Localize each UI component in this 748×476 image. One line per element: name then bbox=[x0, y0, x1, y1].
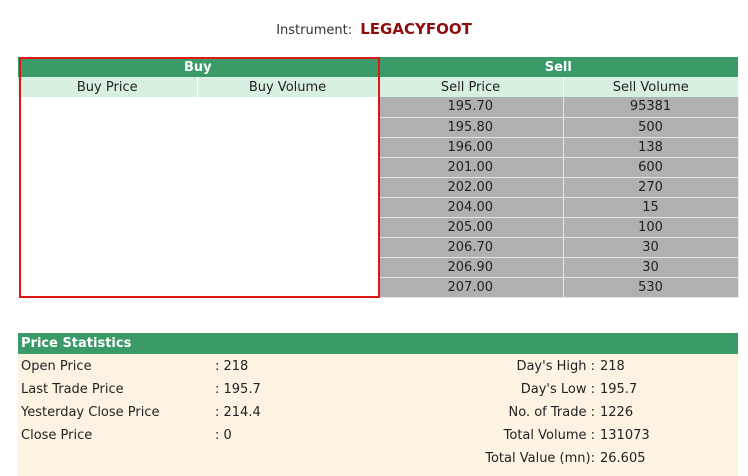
sell-volume-cell: 600 bbox=[563, 157, 739, 178]
depth-row: 204.00 15 bbox=[18, 197, 739, 218]
last-trade-price-value: : 195.7 bbox=[215, 382, 261, 397]
buy-header: Buy bbox=[18, 57, 379, 77]
buy-volume-column-header: Buy Volume bbox=[197, 77, 379, 97]
open-price-label: Open Price bbox=[21, 359, 92, 374]
number-of-trade-label: No. of Trade : bbox=[508, 405, 595, 420]
sell-price-cell: 205.00 bbox=[378, 217, 564, 238]
buy-volume-cell bbox=[197, 277, 379, 297]
sell-price-cell: 202.00 bbox=[378, 177, 564, 198]
buy-price-cell bbox=[18, 217, 197, 237]
sell-price-cell: 204.00 bbox=[378, 197, 564, 218]
last-trade-price-label: Last Trade Price bbox=[21, 382, 124, 397]
market-depth-table: Buy Sell Buy Price Buy Volume Sell Price… bbox=[18, 57, 739, 298]
price-statistics-panel: Price Statistics Open Price : 218 Last T… bbox=[18, 333, 738, 476]
yesterday-close-price-value: : 214.4 bbox=[215, 405, 261, 420]
sell-price-cell: 196.00 bbox=[378, 137, 564, 158]
buy-price-cell bbox=[18, 177, 197, 197]
sell-volume-cell: 270 bbox=[563, 177, 739, 198]
sell-price-cell: 195.70 bbox=[378, 97, 564, 118]
sell-price-cell: 206.90 bbox=[378, 257, 564, 278]
depth-row: 202.00 270 bbox=[18, 177, 739, 198]
buy-price-cell bbox=[18, 97, 197, 117]
open-price-value: : 218 bbox=[215, 359, 249, 374]
buy-price-cell bbox=[18, 137, 197, 157]
depth-row: 201.00 600 bbox=[18, 157, 739, 178]
depth-row: 196.00 138 bbox=[18, 137, 739, 158]
days-high-label: Day's High : bbox=[516, 359, 595, 374]
total-volume-value: 131073 bbox=[600, 428, 650, 443]
days-low-label: Day's Low : bbox=[520, 382, 595, 397]
depth-row: 195.80 500 bbox=[18, 117, 739, 138]
buy-price-column-header: Buy Price bbox=[18, 77, 198, 97]
depth-row: 195.70 95381 bbox=[18, 97, 739, 118]
days-low-value: 195.7 bbox=[600, 382, 638, 397]
instrument-label: Instrument: bbox=[276, 23, 353, 38]
sell-price-cell: 206.70 bbox=[378, 237, 564, 258]
buy-volume-cell bbox=[197, 217, 379, 237]
sell-volume-cell: 100 bbox=[563, 217, 739, 238]
buy-volume-cell bbox=[197, 137, 379, 157]
number-of-trade-value: 1226 bbox=[600, 405, 634, 420]
buy-price-cell bbox=[18, 237, 197, 257]
close-price-label: Close Price bbox=[21, 428, 93, 443]
total-volume-label: Total Volume : bbox=[503, 428, 595, 443]
sell-volume-cell: 30 bbox=[563, 257, 739, 278]
depth-row: 206.70 30 bbox=[18, 237, 739, 258]
close-price-value: : 0 bbox=[215, 428, 232, 443]
sell-price-column-header: Sell Price bbox=[378, 77, 564, 97]
depth-row: 207.00 530 bbox=[18, 277, 739, 298]
sell-price-cell: 195.80 bbox=[378, 117, 564, 138]
instrument-line: Instrument: LEGACYFOOT bbox=[0, 20, 748, 38]
sell-volume-column-header: Sell Volume bbox=[563, 77, 739, 97]
sell-header: Sell bbox=[378, 57, 739, 77]
sell-volume-cell: 15 bbox=[563, 197, 739, 218]
buy-volume-cell bbox=[197, 197, 379, 217]
days-high-value: 218 bbox=[600, 359, 625, 374]
sell-volume-cell: 95381 bbox=[563, 97, 739, 118]
buy-volume-cell bbox=[197, 177, 379, 197]
buy-price-cell bbox=[18, 157, 197, 177]
sell-price-cell: 201.00 bbox=[378, 157, 564, 178]
buy-price-cell bbox=[18, 277, 197, 297]
buy-price-cell bbox=[18, 117, 197, 137]
price-statistics-title: Price Statistics bbox=[18, 333, 738, 354]
buy-volume-cell bbox=[197, 157, 379, 177]
buy-volume-cell bbox=[197, 257, 379, 277]
buy-price-cell bbox=[18, 197, 197, 217]
buy-volume-cell bbox=[197, 237, 379, 257]
depth-row: 206.90 30 bbox=[18, 257, 739, 278]
instrument-name: LEGACYFOOT bbox=[360, 20, 472, 38]
buy-volume-cell bbox=[197, 97, 379, 117]
depth-row: 205.00 100 bbox=[18, 217, 739, 238]
yesterday-close-price-label: Yesterday Close Price bbox=[21, 405, 160, 420]
sell-volume-cell: 530 bbox=[563, 277, 739, 298]
total-value-label: Total Value (mn): bbox=[485, 451, 595, 466]
buy-volume-cell bbox=[197, 117, 379, 137]
total-value-value: 26.605 bbox=[600, 451, 646, 466]
depth-rows: 195.70 95381 195.80 500 196.00 138 201.00 600 20… bbox=[18, 97, 739, 298]
sell-volume-cell: 500 bbox=[563, 117, 739, 138]
sell-price-cell: 207.00 bbox=[378, 277, 564, 298]
buy-price-cell bbox=[18, 257, 197, 277]
sell-volume-cell: 138 bbox=[563, 137, 739, 158]
sell-volume-cell: 30 bbox=[563, 237, 739, 258]
